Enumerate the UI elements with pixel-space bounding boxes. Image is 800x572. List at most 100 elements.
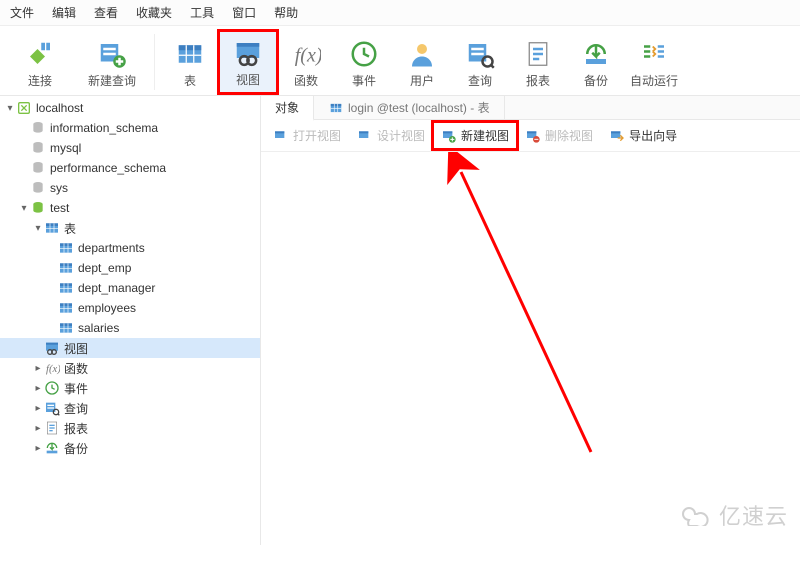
tree-label: mysql (50, 141, 81, 155)
query-icon (465, 38, 495, 70)
menu-view[interactable]: 查看 (94, 4, 118, 21)
newquery-icon (97, 38, 127, 70)
plug-icon (25, 38, 55, 70)
content-pane (261, 152, 800, 545)
clock-icon (349, 38, 379, 70)
tree-node[interactable]: mysql (0, 138, 260, 158)
tree-label: 查询 (64, 400, 88, 417)
tool-func[interactable]: f(x)函数 (277, 32, 335, 94)
watermark: 亿速云 (681, 499, 788, 531)
view-icon (44, 340, 60, 356)
expand-arrow[interactable]: ▸ (32, 383, 44, 394)
expand-arrow[interactable]: ▸ (32, 363, 44, 374)
subtool-view-open: 打开视图 (267, 124, 347, 147)
tool-label: 视图 (236, 71, 260, 88)
tree-label: performance_schema (50, 161, 166, 175)
tool-label: 表 (184, 72, 196, 89)
tool-backup[interactable]: 备份 (567, 32, 625, 94)
tree-label: departments (78, 241, 145, 255)
db-icon (30, 180, 46, 196)
content-tab[interactable]: 对象 (261, 96, 314, 121)
query-icon (44, 400, 60, 416)
expand-arrow[interactable]: ▸ (32, 423, 44, 434)
subtool-view-new[interactable]: 新建视图 (435, 124, 515, 147)
tree-node[interactable]: performance_schema (0, 158, 260, 178)
tool-event[interactable]: 事件 (335, 32, 393, 94)
expand-arrow[interactable]: ▸ (32, 403, 44, 414)
table-icon (58, 320, 74, 336)
tool-query[interactable]: 查询 (451, 32, 509, 94)
subtool-label: 打开视图 (293, 127, 341, 144)
tab-strip: 对象 login @test (localhost) - 表 (261, 96, 800, 120)
tree-label: dept_manager (78, 281, 155, 295)
db-green-icon (30, 200, 46, 216)
subtool-export[interactable]: 导出向导 (603, 124, 683, 147)
tab-label: login @test (localhost) - 表 (348, 99, 490, 116)
tool-autorun[interactable]: 自动运行 (625, 32, 683, 94)
tree-label: employees (78, 301, 136, 315)
view-icon (233, 37, 263, 69)
tree-node[interactable]: dept_manager (0, 278, 260, 298)
sub-toolbar: 打开视图设计视图新建视图删除视图 导出向导 (261, 120, 800, 152)
tree-node[interactable]: departments (0, 238, 260, 258)
tree-node[interactable]: ▾test (0, 198, 260, 218)
tree-label: 视图 (64, 340, 88, 357)
tree-label: 表 (64, 220, 76, 237)
tree-node[interactable]: information_schema (0, 118, 260, 138)
table-icon (58, 300, 74, 316)
tree-node[interactable]: ▾表 (0, 218, 260, 238)
menu-window[interactable]: 窗口 (232, 4, 256, 21)
tree-label: information_schema (50, 121, 158, 135)
expand-arrow[interactable]: ▾ (4, 103, 16, 114)
tool-connect[interactable]: 连接 (4, 32, 76, 94)
table-icon (58, 260, 74, 276)
tool-label: 连接 (28, 72, 52, 89)
tool-label: 自动运行 (630, 72, 678, 89)
menu-file[interactable]: 文件 (10, 4, 34, 21)
tool-label: 报表 (526, 72, 550, 89)
menu-edit[interactable]: 编辑 (52, 4, 76, 21)
expand-arrow[interactable]: ▸ (32, 443, 44, 454)
tool-user[interactable]: 用户 (393, 32, 451, 94)
subtool-view-design: 设计视图 (351, 124, 431, 147)
view-design-icon (357, 128, 373, 144)
subtool-view-del: 删除视图 (519, 124, 599, 147)
tool-label: 函数 (294, 72, 318, 89)
tree-node[interactable]: ▾ localhost (0, 98, 260, 118)
tree-node[interactable]: ▸ 查询 (0, 398, 260, 418)
table-icon (44, 220, 60, 236)
tree-node[interactable]: salaries (0, 318, 260, 338)
content-area: 对象 login @test (localhost) - 表 打开视图设计视图新建… (261, 96, 800, 545)
tree-label: sys (50, 181, 68, 195)
menu-bar: 文件 编辑 查看 收藏夹 工具 窗口 帮助 (0, 0, 800, 26)
content-tab[interactable]: login @test (localhost) - 表 (314, 96, 505, 119)
tree-node[interactable]: sys (0, 178, 260, 198)
tool-view[interactable]: 视图 (219, 31, 277, 93)
object-tree: ▾ localhost information_schemamysql perform… (0, 96, 261, 545)
tree-node[interactable]: 视图 (0, 338, 260, 358)
table-icon (58, 280, 74, 296)
tree-label: 事件 (64, 380, 88, 397)
tree-node[interactable]: ▸ 报表 (0, 418, 260, 438)
menu-help[interactable]: 帮助 (274, 4, 298, 21)
tree-label: 报表 (64, 420, 88, 437)
tree-node[interactable]: ▸备份 (0, 438, 260, 458)
db-icon (30, 140, 46, 156)
tree-label: localhost (36, 101, 83, 115)
tool-report[interactable]: 报表 (509, 32, 567, 94)
expand-arrow[interactable]: ▾ (18, 203, 30, 214)
subtool-label: 导出向导 (629, 127, 677, 144)
conn-green-icon (16, 100, 32, 116)
expand-arrow[interactable]: ▾ (32, 223, 44, 234)
tool-newquery[interactable]: 新建查询 (76, 32, 148, 94)
tree-node[interactable]: dept_emp (0, 258, 260, 278)
menu-fav[interactable]: 收藏夹 (136, 4, 172, 21)
tool-table[interactable]: 表 (161, 32, 219, 94)
tree-node[interactable]: employees (0, 298, 260, 318)
tool-label: 用户 (410, 72, 434, 89)
backup-icon (581, 38, 611, 70)
tree-node[interactable]: ▸ 事件 (0, 378, 260, 398)
menu-tools[interactable]: 工具 (190, 4, 214, 21)
tree-node[interactable]: ▸f(x)函数 (0, 358, 260, 378)
tool-label: 事件 (352, 72, 376, 89)
